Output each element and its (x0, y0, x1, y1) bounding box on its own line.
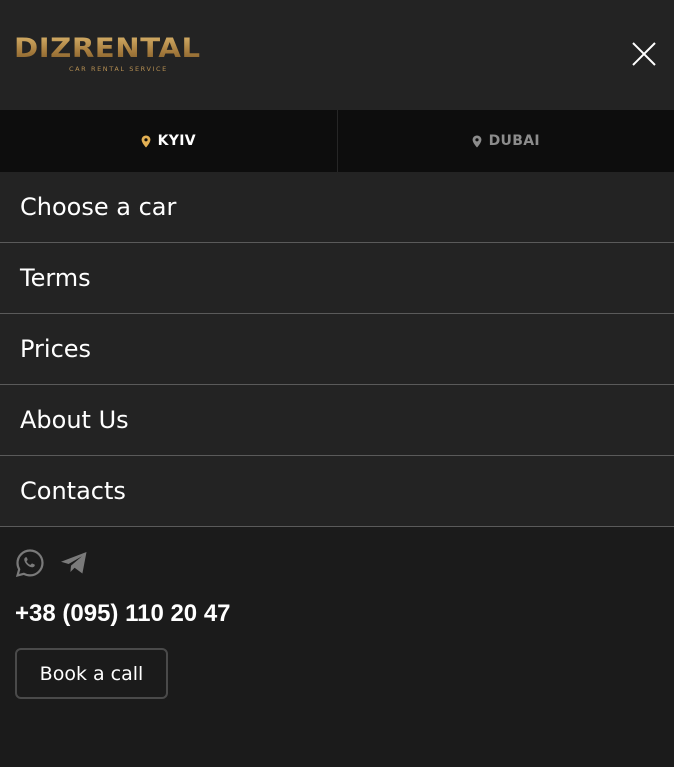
nav-item-about-us[interactable]: About Us (0, 385, 674, 456)
nav-item-choose-a-car[interactable]: Choose a car (0, 172, 674, 243)
phone-number[interactable]: +38 (095) 110 20 47 (15, 600, 231, 628)
mobile-menu: DIZRENTAL CAR RENTAL SERVICE KYIV DUBAI (0, 0, 674, 767)
tab-dubai[interactable]: DUBAI (336, 110, 674, 172)
close-icon (632, 42, 656, 66)
close-button[interactable] (628, 38, 660, 70)
telegram-link[interactable] (59, 548, 89, 578)
logo[interactable]: DIZRENTAL CAR RENTAL SERVICE (14, 34, 219, 76)
tab-dubai-label: DUBAI (488, 133, 540, 149)
logo-tagline: CAR RENTAL SERVICE (69, 65, 168, 73)
tab-kyiv-label: KYIV (157, 133, 196, 149)
city-tabs: KYIV DUBAI (0, 110, 674, 172)
logo-text: DIZRENTAL (14, 33, 201, 64)
whatsapp-icon (15, 549, 44, 578)
nav-menu: Choose a car Terms Prices About Us Conta… (0, 172, 674, 527)
location-pin-icon (141, 135, 151, 147)
contacts-section: +38 (095) 110 20 47 Book a call (0, 527, 674, 767)
location-pin-icon (472, 135, 482, 147)
tab-kyiv[interactable]: KYIV (0, 110, 337, 172)
nav-item-prices[interactable]: Prices (0, 314, 674, 385)
nav-item-contacts[interactable]: Contacts (0, 456, 674, 527)
nav-item-terms[interactable]: Terms (0, 243, 674, 314)
book-a-call-button[interactable]: Book a call (15, 648, 168, 699)
social-links (15, 548, 89, 578)
telegram-icon (61, 552, 87, 574)
menu-header: DIZRENTAL CAR RENTAL SERVICE (0, 0, 674, 110)
whatsapp-link[interactable] (15, 548, 45, 578)
